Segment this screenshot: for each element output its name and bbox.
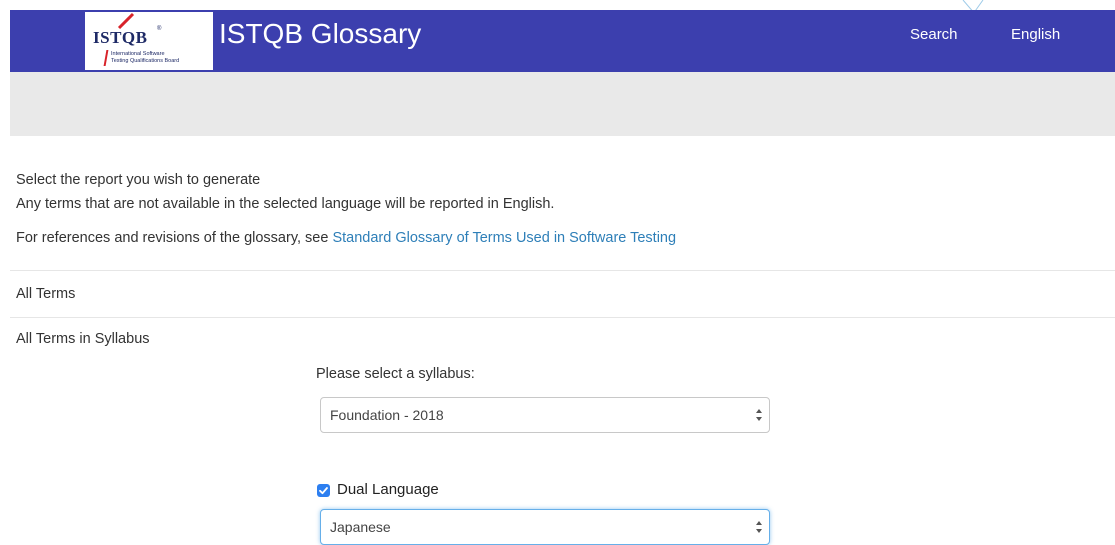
reference-line: For references and revisions of the glos… xyxy=(16,230,676,246)
syllabus-select[interactable]: Foundation - 2018 xyxy=(320,397,770,433)
report-all-terms[interactable]: All Terms xyxy=(16,286,75,302)
nav-language-link[interactable]: English xyxy=(1011,26,1060,43)
report-all-terms-in-syllabus[interactable]: All Terms in Syllabus xyxy=(16,331,150,347)
logo-trademark: ® xyxy=(157,26,162,32)
istqb-logo[interactable]: ISTQB ® International Software Testing Q… xyxy=(85,12,213,70)
divider xyxy=(10,270,1115,271)
gray-banner xyxy=(10,72,1115,136)
logo-brand-text: ISTQB xyxy=(93,28,148,47)
logo-subtitle-line1: International Software xyxy=(111,51,165,57)
app-title[interactable]: ISTQB Glossary xyxy=(219,18,421,50)
logo-accent-bar xyxy=(103,50,109,66)
updown-arrows-icon xyxy=(756,521,762,533)
language-selected-value: Japanese xyxy=(330,519,391,535)
glossary-reference-link[interactable]: Standard Glossary of Terms Used in Softw… xyxy=(332,230,676,246)
language-select[interactable]: Japanese xyxy=(320,509,770,545)
report-info: Any terms that are not available in the … xyxy=(16,196,555,212)
navbar: ISTQB ® International Software Testing Q… xyxy=(10,10,1115,72)
report-heading: Select the report you wish to generate xyxy=(16,172,261,188)
dual-language-checkbox[interactable] xyxy=(317,484,330,497)
updown-arrows-icon xyxy=(756,409,762,421)
nav-search-link[interactable]: Search xyxy=(910,26,958,43)
checkmark-icon xyxy=(319,487,328,495)
dual-language-label[interactable]: Dual Language xyxy=(337,481,439,498)
divider xyxy=(10,317,1115,318)
logo-subtitle-line2: Testing Qualifications Board xyxy=(111,58,180,64)
reference-prefix: For references and revisions of the glos… xyxy=(16,230,333,246)
syllabus-selected-value: Foundation - 2018 xyxy=(330,407,444,423)
syllabus-label: Please select a syllabus: xyxy=(316,366,475,382)
